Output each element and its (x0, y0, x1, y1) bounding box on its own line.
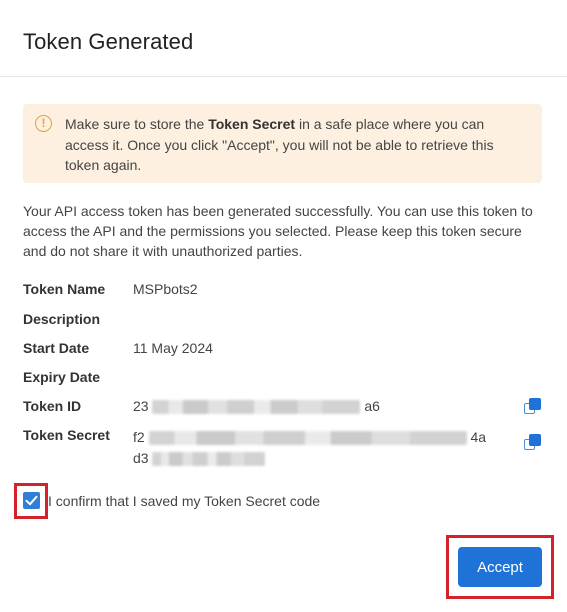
intro-text: Your API access token has been generated… (23, 203, 533, 259)
confirm-checkbox[interactable] (23, 492, 40, 509)
token-secret-value: f2 4a d3 (133, 429, 487, 467)
dialog-header: Token Generated (0, 0, 567, 77)
start-date-value: 11 May 2024 (133, 340, 213, 356)
redacted-token-secret-line1 (148, 431, 467, 446)
description-label: Description (23, 311, 101, 327)
expiry-date-label: Expiry Date (23, 369, 101, 385)
warning-banner: ! Make sure to store the Token Secret in… (23, 104, 542, 183)
token-secret-label: Token Secret (23, 427, 110, 443)
accept-button[interactable]: Accept (458, 547, 542, 587)
redacted-token-secret-line2 (152, 452, 266, 467)
token-id-value: 23 a6 (133, 398, 380, 415)
warning-emphasis: Token Secret (208, 116, 296, 132)
copy-token-secret-icon[interactable] (524, 434, 542, 452)
token-name-value: MSPbots2 (133, 281, 198, 297)
warning-text: Make sure to store the Token Secret in a… (65, 116, 494, 173)
token-id-label: Token ID (23, 398, 82, 414)
dialog-title: Token Generated (23, 29, 194, 54)
confirm-label[interactable]: I confirm that I saved my Token Secret c… (48, 493, 320, 509)
token-name-label: Token Name (23, 281, 106, 297)
redacted-token-id (152, 400, 361, 415)
token-generated-dialog: Token Generated ! Make sure to store the… (0, 0, 567, 612)
exclamation-circle-icon: ! (35, 115, 52, 132)
start-date-label: Start Date (23, 340, 90, 356)
checkmark-icon (25, 495, 38, 506)
copy-token-id-icon[interactable] (524, 398, 542, 416)
